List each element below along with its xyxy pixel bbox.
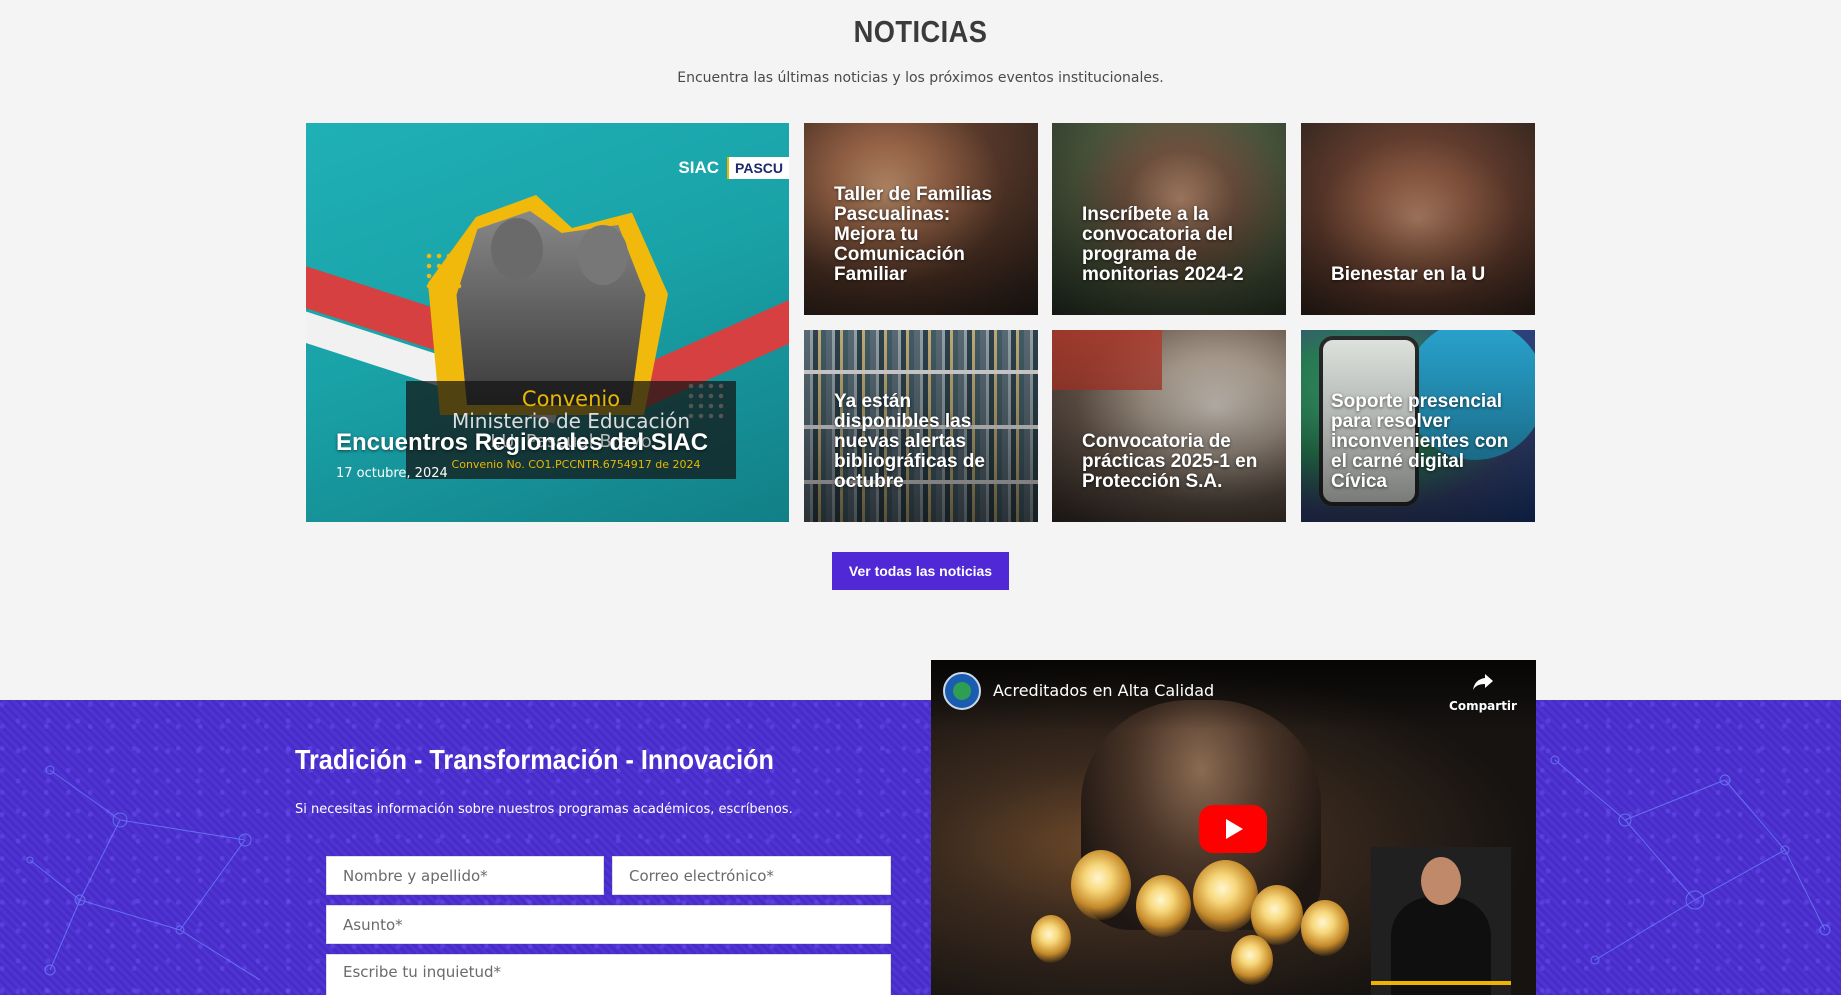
contact-title: Tradición - Transformación - Innovación [295,744,774,775]
page: NOTICIAS Encuentra las últimas noticias … [0,0,1841,995]
share-label: Compartir [1449,699,1517,713]
news-card[interactable]: Bienestar en la U [1301,123,1535,315]
youtube-play-icon[interactable] [1199,805,1267,853]
featured-news-card[interactable]: SIAC PASCU Convenio Ministerio de Educac… [306,123,789,522]
featured-news-image: SIAC PASCU Convenio Ministerio de Educac… [306,123,789,522]
contact-subtitle: Si necesitas información sobre nuestros … [295,802,793,817]
news-card-title: Taller de Familias Pascualinas: Mejora t… [834,184,993,285]
news-card[interactable]: Inscríbete a la convocatoria del program… [1052,123,1286,315]
channel-avatar[interactable] [943,672,981,710]
news-section-subtitle: Encuentra las últimas noticias y los pró… [677,70,1164,86]
news-section-title: NOTICIAS [853,14,988,49]
news-card[interactable]: Soporte presencial para resolver inconve… [1301,330,1535,522]
subject-field [326,905,891,944]
contact-section: Tradición - Transformación - Innovación … [0,700,1841,995]
email-field [612,856,891,895]
share-arrow-icon [1448,672,1518,697]
network-decoration-left [26,765,261,981]
news-card[interactable]: Ya están disponibles las nuevas alertas … [804,330,1038,522]
network-decoration-right [1550,755,1831,965]
news-card-title: Bienestar en la U [1331,264,1486,285]
siac-logo: SIAC PASCU [670,155,789,181]
view-all-news-button[interactable]: Ver todas las noticias [832,552,1009,590]
name-field [326,856,604,895]
share-button[interactable]: Compartir [1448,672,1518,713]
news-card-title: Inscríbete a la convocatoria del program… [1082,204,1244,285]
sign-language-interpreter [1371,847,1511,995]
featured-news-title: Encuentros Regionales del SIAC [336,429,709,456]
news-card-title: Ya están disponibles las nuevas alertas … [834,391,985,492]
news-card[interactable]: Convocatoria de prácticas 2025-1 en Prot… [1052,330,1286,522]
news-grid: SIAC PASCU Convenio Ministerio de Educac… [306,123,1535,522]
name-input[interactable] [343,866,587,885]
video-title[interactable]: Acreditados en Alta Calidad [993,681,1214,700]
video-player[interactable]: Acreditados en Alta Calidad Compartir [931,660,1536,995]
news-card-title: Convocatoria de prácticas 2025-1 en Prot… [1082,431,1258,492]
email-input[interactable] [629,866,874,885]
featured-news-date: 17 octubre, 2024 [336,466,448,481]
message-textarea[interactable] [343,963,874,995]
news-card[interactable]: Taller de Familias Pascualinas: Mejora t… [804,123,1038,315]
news-card-title: Soporte presencial para resolver inconve… [1331,391,1509,492]
message-field [326,954,891,995]
subject-input[interactable] [343,915,874,934]
